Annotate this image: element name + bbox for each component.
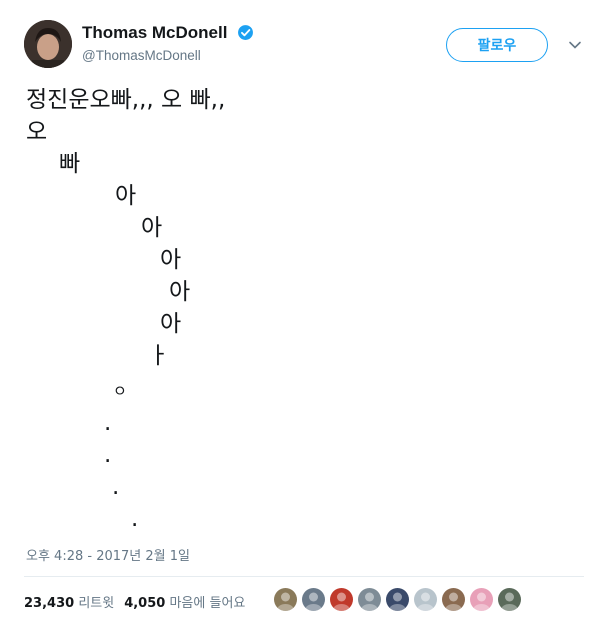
liker-avatar[interactable] bbox=[386, 588, 409, 611]
tweet-timestamp[interactable]: 오후 4:28 - 2017년 2월 1일 bbox=[26, 545, 190, 564]
tweet-line: 아 bbox=[169, 279, 191, 305]
verified-badge-icon bbox=[237, 25, 253, 40]
liker-avatars bbox=[274, 588, 526, 611]
like-label: 마음에 들어요 bbox=[169, 596, 246, 611]
liker-avatar[interactable] bbox=[358, 588, 381, 611]
tweet-line: ㅏ bbox=[148, 343, 170, 369]
liker-avatar[interactable] bbox=[442, 588, 465, 611]
follow-button[interactable]: 팔로우 bbox=[446, 28, 548, 62]
chevron-down-icon[interactable] bbox=[568, 38, 582, 52]
user-info: Thomas McDonell @ThomasMcDonell bbox=[82, 22, 254, 63]
tweet-line: . bbox=[104, 442, 112, 468]
tweet-line: . bbox=[131, 506, 139, 532]
retweet-count: 23,430 bbox=[24, 596, 75, 611]
tweet-line: 아 bbox=[160, 311, 182, 337]
liker-avatar[interactable] bbox=[330, 588, 353, 611]
retweet-label: 리트윗 bbox=[78, 596, 115, 611]
tweet-line: 정진운오빠,,, 오 빠,, bbox=[26, 87, 226, 113]
tweet-line: 아 bbox=[115, 183, 137, 209]
tweet-line: 아 bbox=[160, 247, 182, 273]
tweet-line: 오 bbox=[26, 119, 48, 145]
liker-avatar[interactable] bbox=[498, 588, 521, 611]
liker-avatar[interactable] bbox=[470, 588, 493, 611]
divider bbox=[24, 576, 584, 577]
tweet-line: . bbox=[112, 474, 120, 500]
display-name[interactable]: Thomas McDonell bbox=[82, 23, 227, 43]
tweet-line: ㅇ bbox=[113, 382, 127, 400]
retweet-stat[interactable]: 23,430 리트윗 bbox=[24, 596, 114, 611]
liker-avatar[interactable] bbox=[274, 588, 297, 611]
like-count: 4,050 bbox=[124, 596, 166, 611]
avatar[interactable] bbox=[24, 20, 72, 68]
liker-avatar[interactable] bbox=[414, 588, 437, 611]
tweet-line: 빠 bbox=[59, 151, 81, 177]
user-handle[interactable]: @ThomasMcDonell bbox=[82, 48, 254, 63]
tweet-line: 아 bbox=[141, 215, 163, 241]
like-stat[interactable]: 4,050 마음에 들어요 bbox=[124, 596, 245, 611]
tweet-stats: 23,430 리트윗 4,050 마음에 들어요 bbox=[24, 592, 245, 611]
tweet-card: Thomas McDonell @ThomasMcDonell 팔로우 정진운오… bbox=[0, 0, 597, 625]
tweet-line: . bbox=[104, 410, 112, 436]
liker-avatar[interactable] bbox=[302, 588, 325, 611]
